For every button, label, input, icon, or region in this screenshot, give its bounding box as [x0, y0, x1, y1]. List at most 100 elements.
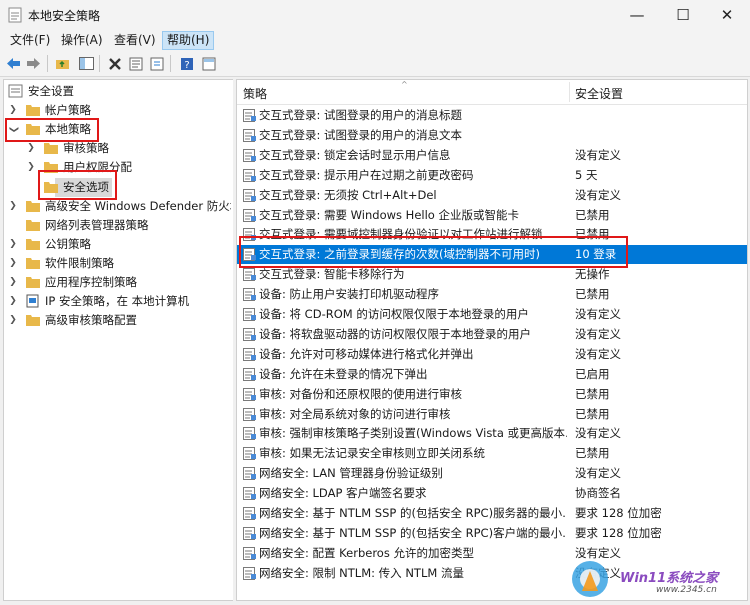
up-folder-icon[interactable] [54, 55, 71, 72]
forward-arrow-icon[interactable] [25, 55, 42, 72]
policy-name: 网络安全: LDAP 客户端签名要求 [259, 486, 427, 500]
policy-name: 设备: 将 CD-ROM 的访问权限仅限于本地登录的用户 [259, 307, 529, 321]
policy-setting-icon [243, 507, 257, 520]
chevron-down-icon[interactable]: ❯ [4, 125, 23, 135]
policy-setting-icon [243, 169, 257, 182]
minimize-button[interactable]: — [614, 0, 660, 30]
table-row[interactable]: 交互式登录: 锁定会话时显示用户信息 没有定义 [237, 146, 747, 165]
menu-view[interactable]: 查看(V) [110, 32, 160, 49]
chevron-right-icon[interactable]: ❯ [8, 235, 18, 254]
tree-node-security-options[interactable]: 安全选项 [6, 178, 226, 197]
table-row[interactable]: 设备: 将 CD-ROM 的访问权限仅限于本地登录的用户 没有定义 [237, 305, 747, 324]
policy-value: 没有定义 [575, 327, 621, 341]
table-row[interactable]: 设备: 将软盘驱动器的访问权限仅限于本地登录的用户 没有定义 [237, 325, 747, 344]
tree-node-user-rights[interactable]: ❯ 用户权限分配 [6, 158, 226, 177]
tree-label: 软件限制策略 [45, 256, 114, 270]
tree-node-software-restriction[interactable]: ❯ 软件限制策略 [6, 254, 226, 273]
table-row[interactable]: 交互式登录: 智能卡移除行为 无操作 [237, 265, 747, 284]
menu-help[interactable]: 帮助(H) [162, 31, 215, 50]
policy-value: 没有定义 [575, 426, 621, 440]
folder-icon [43, 160, 59, 174]
policy-setting-icon [243, 388, 257, 401]
policy-value: 已禁用 [575, 208, 610, 222]
table-row[interactable]: 交互式登录: 无须按 Ctrl+Alt+Del 没有定义 [237, 186, 747, 205]
policy-name: 交互式登录: 提示用户在过期之前更改密码 [259, 168, 474, 182]
column-header-policy[interactable]: 策略 [243, 85, 267, 102]
folder-icon [25, 237, 41, 251]
tree-label: 安全选项 [63, 180, 109, 194]
table-row[interactable]: 审核: 对备份和还原权限的使用进行审核 已禁用 [237, 385, 747, 404]
table-row[interactable]: 交互式登录: 需要域控制器身份验证以对工作站进行解锁 已禁用 [237, 225, 747, 244]
tree-label: 用户权限分配 [63, 160, 132, 174]
policy-name: 网络安全: 限制 NTLM: 传入 NTLM 流量 [259, 566, 464, 580]
table-row[interactable]: 交互式登录: 提示用户在过期之前更改密码 5 天 [237, 166, 747, 185]
tree-node-public-key[interactable]: ❯ 公钥策略 [6, 235, 226, 254]
table-row[interactable]: 审核: 对全局系统对象的访问进行审核 已禁用 [237, 405, 747, 424]
policy-setting-icon [243, 447, 257, 460]
table-row[interactable]: 网络安全: 基于 NTLM SSP 的(包括安全 RPC)客户端的最小… 要求 1… [237, 524, 747, 543]
tree-label: 安全设置 [28, 84, 74, 98]
tree-node-ip-security[interactable]: ❯ IP 安全策略，在 本地计算机 [6, 292, 226, 311]
local-security-policy-window: 本地安全策略 — ☐ ✕ 文件(F) 操作(A) 查看(V) 帮助(H) ? 安… [0, 0, 750, 605]
console-icon[interactable] [200, 55, 217, 72]
table-row[interactable]: 交互式登录: 需要 Windows Hello 企业版或智能卡 已禁用 [237, 206, 747, 225]
table-row[interactable]: 设备: 允许对可移动媒体进行格式化并弹出 没有定义 [237, 345, 747, 364]
policy-setting-icon [243, 328, 257, 341]
tree-node-network-list[interactable]: 网络列表管理器策略 [6, 216, 226, 235]
help-book-icon[interactable]: ? [178, 55, 195, 72]
tree-node-local-policies[interactable]: ❯ 本地策略 [6, 120, 226, 139]
table-row[interactable]: 设备: 防止用户安装打印机驱动程序 已禁用 [237, 285, 747, 304]
policy-setting-icon [243, 567, 257, 580]
tree-node-app-control[interactable]: ❯ 应用程序控制策略 [6, 273, 226, 292]
policy-name: 交互式登录: 试图登录的用户的消息标题 [259, 108, 463, 122]
column-header-row: ^ 策略 安全设置 [237, 80, 747, 105]
table-row[interactable]: 设备: 允许在未登录的情况下弹出 已启用 [237, 365, 747, 384]
maximize-button[interactable]: ☐ [660, 0, 706, 30]
table-row[interactable]: 网络安全: LAN 管理器身份验证级别 没有定义 [237, 464, 747, 483]
tree-node-account-policies[interactable]: ❯ 帐户策略 [6, 101, 226, 120]
close-button[interactable]: ✕ [704, 0, 750, 30]
policy-value: 5 天 [575, 168, 598, 182]
menu-action[interactable]: 操作(A) [57, 32, 107, 49]
back-arrow-icon[interactable] [5, 55, 22, 72]
menu-file[interactable]: 文件(F) [6, 32, 54, 49]
chevron-right-icon[interactable]: ❯ [8, 311, 18, 330]
table-row[interactable]: 网络安全: LDAP 客户端签名要求 协商签名 [237, 484, 747, 503]
policy-name: 审核: 强制审核策略子类别设置(Windows Vista 或更高版本… [259, 426, 567, 440]
watermark-text: Win11系统之家 [620, 571, 719, 586]
tree-node-defender-firewall[interactable]: ❯ 高级安全 Windows Defender 防火墙 [6, 197, 231, 216]
export-list-icon[interactable] [148, 55, 165, 72]
tree-node-advanced-audit[interactable]: ❯ 高级审核策略配置 [6, 311, 226, 330]
properties-icon[interactable] [127, 55, 144, 72]
table-row[interactable]: 交互式登录: 试图登录的用户的消息标题 [237, 106, 747, 125]
sort-ascending-icon: ^ [401, 80, 408, 89]
policy-value: 要求 128 位加密 [575, 526, 662, 540]
chevron-right-icon[interactable]: ❯ [8, 101, 18, 120]
watermark-url: www.2345.cn [656, 585, 717, 595]
policy-setting-icon [243, 487, 257, 500]
tree-label: 高级审核策略配置 [45, 313, 137, 327]
chevron-right-icon[interactable]: ❯ [26, 139, 36, 158]
table-row[interactable]: 交互式登录: 之前登录到缓存的次数(域控制器不可用时) 10 登录 [237, 245, 747, 264]
column-header-setting[interactable]: 安全设置 [575, 85, 623, 102]
policy-value: 10 登录 [575, 247, 617, 261]
folder-icon [25, 103, 41, 117]
table-row[interactable]: 审核: 强制审核策略子类别设置(Windows Vista 或更高版本… 没有定义 [237, 424, 747, 443]
show-tree-icon[interactable] [78, 55, 95, 72]
chevron-right-icon[interactable]: ❯ [8, 197, 18, 216]
chevron-right-icon[interactable]: ❯ [8, 292, 18, 311]
table-row[interactable]: 网络安全: 基于 NTLM SSP 的(包括安全 RPC)服务器的最小… 要求 1… [237, 504, 747, 523]
policy-value: 已禁用 [575, 287, 610, 301]
chevron-right-icon[interactable]: ❯ [8, 273, 18, 292]
column-divider[interactable] [569, 82, 570, 102]
title-bar[interactable]: 本地安全策略 — ☐ ✕ [0, 0, 750, 30]
table-row[interactable]: 交互式登录: 试图登录的用户的消息文本 [237, 126, 747, 145]
policy-name: 网络安全: 配置 Kerberos 允许的加密类型 [259, 546, 474, 560]
tree-label: 公钥策略 [45, 237, 91, 251]
tree-node-audit-policy[interactable]: ❯ 审核策略 [6, 139, 226, 158]
table-row[interactable]: 审核: 如果无法记录安全审核则立即关闭系统 已禁用 [237, 444, 747, 463]
chevron-right-icon[interactable]: ❯ [26, 158, 36, 177]
security-settings-icon [8, 84, 24, 98]
chevron-right-icon[interactable]: ❯ [8, 254, 18, 273]
delete-x-icon[interactable] [106, 55, 123, 72]
